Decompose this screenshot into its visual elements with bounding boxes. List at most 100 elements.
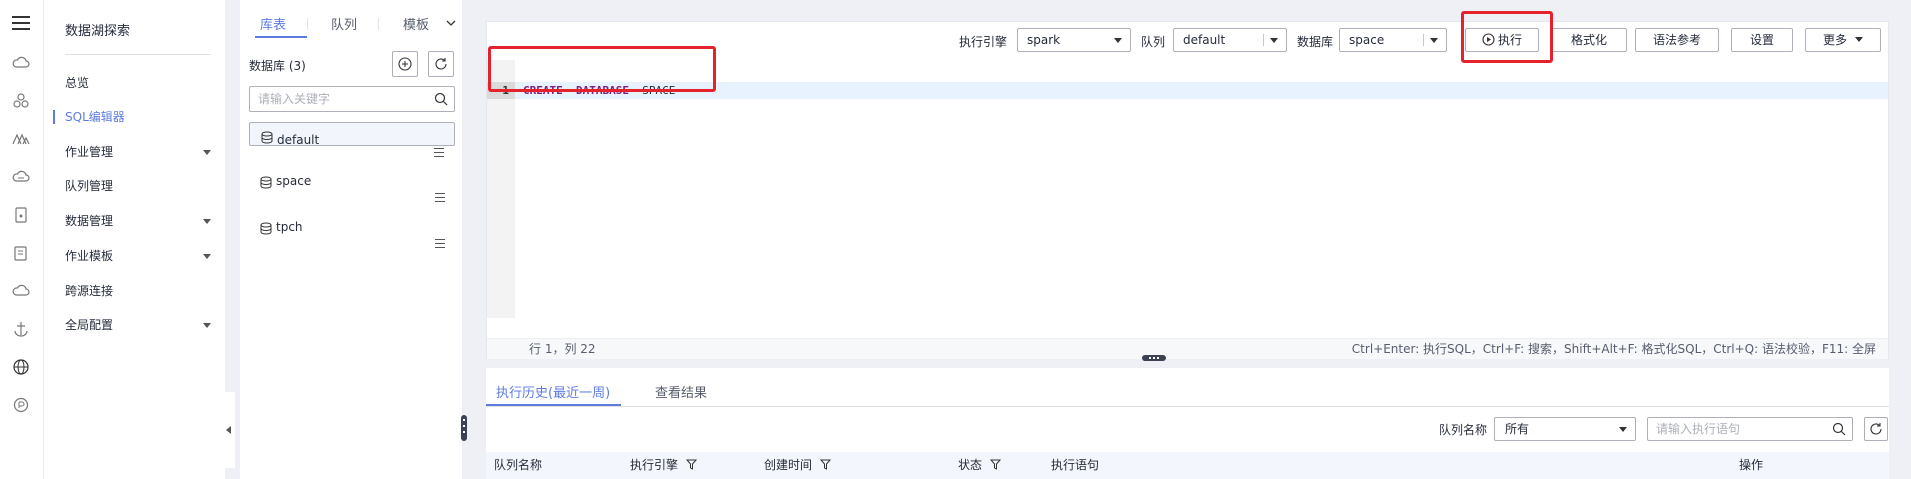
chevron-down-icon [1855, 37, 1863, 42]
search-icon[interactable] [1832, 422, 1846, 436]
shortcut-hints: Ctrl+Enter: 执行SQL，Ctrl+F: 搜索，Shift+Alt+F… [1351, 342, 1876, 356]
anchor-icon[interactable] [12, 320, 30, 338]
database-item-tpch[interactable]: tpch [249, 214, 455, 260]
results-panel: 执行历史(最近一周) 查看结果 队列名称 所有 队列名称 执行引擎 创建时间 状… [486, 368, 1889, 479]
document-icon[interactable] [12, 206, 30, 224]
column-header-label: 状态 [958, 458, 983, 472]
chevron-down-icon [1619, 427, 1627, 432]
nav-item-label: 总览 [65, 76, 90, 90]
editor-status-bar: 行 1，列 22 Ctrl+Enter: 执行SQL，Ctrl+F: 搜索，Sh… [487, 338, 1888, 359]
column-header-engine[interactable]: 执行引擎 [630, 452, 698, 479]
menu-icon[interactable] [435, 239, 445, 249]
database-name: tpch [276, 220, 303, 234]
cluster-icon[interactable] [12, 92, 30, 110]
nav-item-label: SQL编辑器 [65, 110, 125, 124]
column-header-statement: 执行语句 [1051, 458, 1100, 472]
menu-icon[interactable] [434, 148, 444, 158]
horizontal-resize-handle[interactable] [1142, 355, 1166, 361]
queue-name-filter-label: 队列名称 [1439, 423, 1488, 437]
select-divider [1263, 34, 1264, 46]
tab-queues[interactable]: 队列 [331, 14, 357, 33]
refresh-history-button[interactable] [1864, 417, 1888, 441]
tab-divider [307, 18, 308, 30]
report-icon[interactable] [12, 244, 30, 262]
column-header-created-time[interactable]: 创建时间 [764, 452, 832, 479]
badge-icon[interactable] [12, 396, 30, 414]
database-panel: 库表 队列 模板 数据库 (3) default space [240, 0, 462, 479]
nav-item-label: 数据管理 [65, 214, 114, 228]
nav-item-queue-management[interactable]: 队列管理 [45, 174, 225, 198]
queue-select[interactable]: default [1173, 28, 1287, 52]
tab-execution-history[interactable]: 执行历史(最近一周) [496, 382, 610, 401]
execute-button[interactable]: 执行 [1465, 28, 1539, 52]
sql-editor-card: 执行引擎 spark 队列 default 数据库 space 执行 格式化 语… [486, 21, 1889, 359]
engine-label: 执行引擎 [959, 35, 1008, 49]
database-item-space[interactable]: space [249, 168, 455, 214]
settings-button[interactable]: 设置 [1731, 28, 1793, 52]
hamburger-menu-icon[interactable] [12, 16, 30, 30]
engine-select[interactable]: spark [1017, 28, 1131, 52]
column-header-label: 创建时间 [764, 458, 813, 472]
history-table-header: 队列名称 执行引擎 创建时间 状态 执行语句 操作 [486, 452, 1889, 479]
database-select[interactable]: space [1339, 28, 1447, 52]
database-item-default[interactable]: default [249, 122, 455, 157]
chevron-down-icon [1430, 38, 1438, 43]
vertical-resize-handle[interactable] [461, 415, 467, 441]
cloud-sync-icon[interactable] [12, 282, 30, 300]
queue-filter-value: 所有 [1505, 422, 1530, 436]
filter-icon[interactable] [820, 459, 832, 470]
menu-icon[interactable] [435, 193, 445, 203]
format-button[interactable]: 格式化 [1551, 28, 1627, 52]
queue-name-filter-select[interactable]: 所有 [1494, 417, 1636, 441]
collapse-nav-button[interactable] [221, 392, 235, 468]
nav-item-job-templates[interactable]: 作业模板 [45, 244, 225, 268]
search-icon[interactable] [434, 92, 448, 106]
nav-item-label: 全局配置 [65, 318, 114, 332]
nav-item-overview[interactable]: 总览 [45, 71, 225, 95]
database-icon [261, 131, 273, 144]
icon-rail [0, 0, 44, 479]
filter-icon[interactable] [686, 459, 698, 470]
chevron-down-icon[interactable] [446, 18, 456, 28]
panel-gutter [462, 0, 478, 479]
sql-keyword: CREATE [523, 84, 563, 97]
syntax-reference-button[interactable]: 语法参考 [1635, 28, 1719, 52]
database-search-input[interactable] [250, 87, 420, 111]
more-button[interactable]: 更多 [1805, 28, 1881, 52]
nav-item-data-management[interactable]: 数据管理 [45, 209, 225, 233]
database-count: 数据库 (3) [249, 59, 306, 73]
mountains-icon[interactable] [12, 130, 30, 148]
tab-divider [378, 18, 379, 30]
chevron-down-icon [203, 219, 211, 224]
database-select-value: space [1349, 33, 1385, 47]
cloud-storage-icon[interactable] [12, 168, 30, 186]
globe-icon[interactable] [12, 358, 30, 376]
column-header-label: 执行引擎 [630, 458, 679, 472]
nav-item-datasource-connections[interactable]: 跨源连接 [45, 279, 225, 303]
cloud-icon[interactable] [12, 54, 30, 72]
refresh-icon [1870, 423, 1882, 435]
code-editor[interactable]: 1 CREATE DATABASE SPACE [487, 60, 1888, 318]
select-divider [1423, 34, 1424, 46]
service-title: 数据湖探索 [65, 24, 131, 39]
queue-label: 队列 [1141, 35, 1166, 49]
statement-search [1647, 417, 1853, 441]
tab-tables[interactable]: 库表 [260, 14, 286, 33]
statement-search-input[interactable] [1648, 418, 1818, 440]
sql-code-line[interactable]: CREATE DATABASE SPACE [523, 82, 675, 99]
tab-view-results[interactable]: 查看结果 [655, 382, 707, 401]
filter-icon[interactable] [990, 459, 1002, 470]
results-tabs-divider [486, 406, 1889, 407]
nav-item-global-config[interactable]: 全局配置 [45, 313, 225, 337]
column-header-actions: 操作 [1739, 458, 1764, 472]
nav-item-sql-editor[interactable]: SQL编辑器 [45, 105, 225, 129]
service-nav: 数据湖探索 总览 SQL编辑器 作业管理 队列管理 数据管理 作业模板 跨源连接… [45, 0, 225, 479]
refresh-databases-button[interactable] [428, 51, 454, 77]
add-database-button[interactable] [392, 51, 418, 77]
play-circle-icon [1482, 33, 1495, 46]
column-header-status[interactable]: 状态 [958, 452, 1002, 479]
active-tab-indicator [486, 404, 621, 406]
nav-item-job-management[interactable]: 作业管理 [45, 140, 225, 164]
database-name: space [276, 174, 312, 188]
tab-templates[interactable]: 模板 [403, 14, 429, 33]
